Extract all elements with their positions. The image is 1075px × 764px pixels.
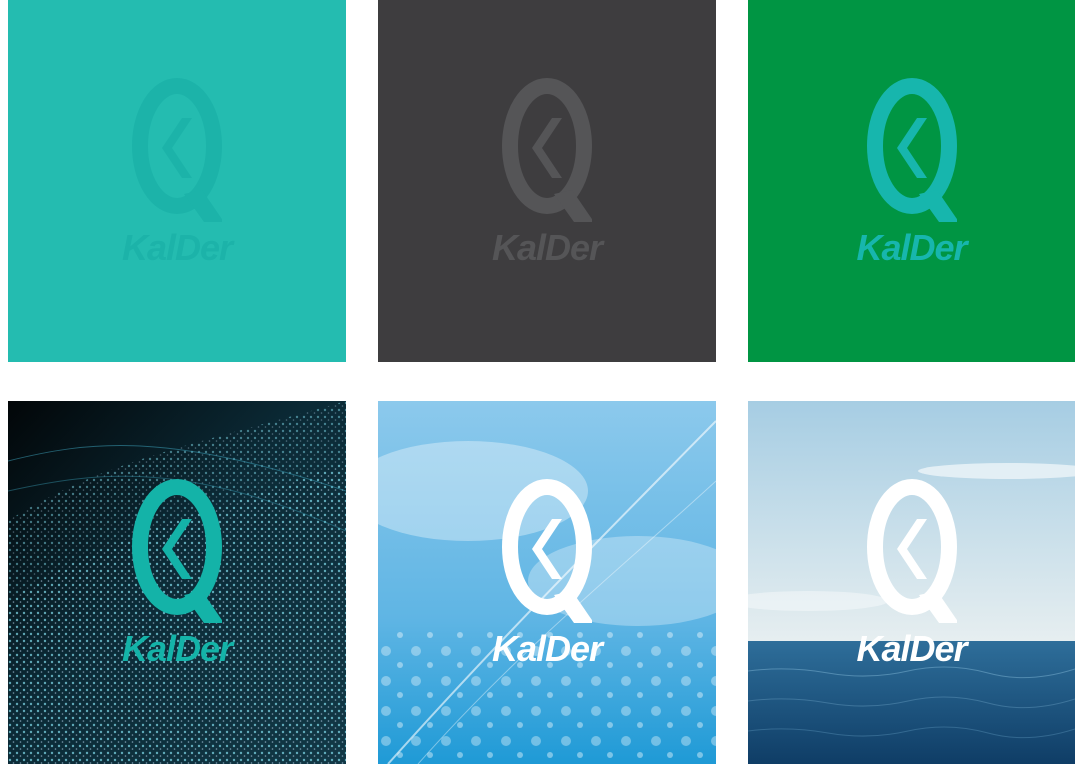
- logo-panel-dark: KalDer: [378, 0, 716, 362]
- kalder-q-chevron-icon: [866, 78, 957, 222]
- logo-mark: KalDer: [102, 477, 252, 672]
- brand-name: KalDer: [491, 227, 603, 268]
- logo-panel-green: KalDer: [748, 0, 1075, 362]
- kalder-q-chevron-icon: [132, 479, 222, 623]
- kalder-q-chevron-icon: [502, 78, 592, 222]
- logo-panel-sea-horizon: KalDer: [748, 401, 1075, 764]
- brand-name: KalDer: [856, 227, 967, 268]
- kalder-q-chevron-icon: [866, 479, 957, 623]
- brand-name: KalDer: [856, 628, 967, 669]
- logo-mark: KalDer: [472, 477, 622, 672]
- logo-panel-sky-feather: KalDer: [378, 401, 716, 764]
- kalder-q-chevron-icon: [502, 479, 592, 623]
- logo-panel-teal: KalDer: [8, 0, 346, 362]
- logo-mark: KalDer: [472, 76, 622, 271]
- kalder-q-chevron-icon: [132, 78, 222, 222]
- brand-name: KalDer: [121, 227, 233, 268]
- logo-mark: KalDer: [837, 477, 987, 672]
- logo-mark: KalDer: [102, 76, 252, 271]
- brand-name: KalDer: [121, 628, 233, 669]
- logo-panel-digital-waves: KalDer: [8, 401, 346, 764]
- brand-name: KalDer: [491, 628, 603, 669]
- logo-mark: KalDer: [837, 76, 987, 271]
